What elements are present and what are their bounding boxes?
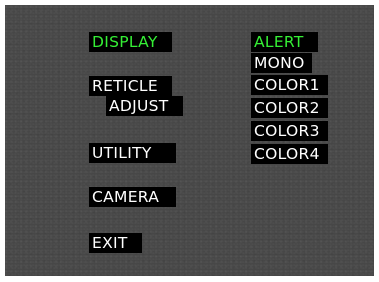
- submenu-item-color4[interactable]: COLOR4: [251, 144, 328, 164]
- menu-item-display[interactable]: DISPLAY: [89, 32, 172, 52]
- menu-item-utility[interactable]: UTILITY: [89, 143, 176, 163]
- submenu-item-color1[interactable]: COLOR1: [251, 75, 328, 95]
- menu-item-reticle-adjust[interactable]: ADJUST: [106, 96, 183, 116]
- menu-item-camera[interactable]: CAMERA: [89, 187, 176, 207]
- submenu-item-color3[interactable]: COLOR3: [251, 121, 328, 141]
- osd-screen: DISPLAY RETICLE ADJUST UTILITY CAMERA EX…: [5, 5, 374, 276]
- submenu-item-alert[interactable]: ALERT: [251, 32, 318, 52]
- submenu-item-mono[interactable]: MONO: [251, 53, 312, 73]
- menu-item-reticle[interactable]: RETICLE: [89, 76, 172, 96]
- submenu-item-color2[interactable]: COLOR2: [251, 98, 328, 118]
- menu-item-exit[interactable]: EXIT: [89, 233, 142, 253]
